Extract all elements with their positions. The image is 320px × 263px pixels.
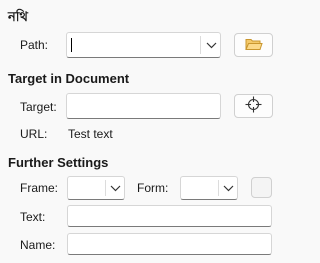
text-label: Text: <box>20 210 46 224</box>
path-combobox[interactable] <box>66 32 221 58</box>
url-value: Test text <box>68 127 113 141</box>
section-title-document: নথি <box>8 9 28 24</box>
frame-label: Frame: <box>20 181 59 195</box>
chevron-down-icon[interactable] <box>219 177 237 199</box>
crosshair-icon <box>245 96 262 116</box>
chevron-down-icon[interactable] <box>106 177 124 199</box>
target-input[interactable] <box>66 93 221 119</box>
section-title-further-settings: Further Settings <box>8 155 109 170</box>
form-combobox[interactable] <box>180 176 238 200</box>
target-navigator-button[interactable] <box>234 94 273 118</box>
section-title-target: Target in Document <box>8 71 130 86</box>
name-input[interactable] <box>67 233 272 255</box>
text-input[interactable] <box>67 205 272 227</box>
chevron-down-icon[interactable] <box>202 33 220 57</box>
url-label: URL: <box>20 127 48 141</box>
events-button[interactable] <box>251 177 272 198</box>
frame-combobox[interactable] <box>67 176 125 200</box>
form-label: Form: <box>137 181 169 195</box>
target-label: Target: <box>20 100 57 114</box>
path-label: Path: <box>20 38 49 52</box>
folder-open-icon <box>244 37 263 54</box>
open-file-button[interactable] <box>234 33 273 57</box>
name-label: Name: <box>20 238 56 252</box>
combobox-separator <box>200 36 201 54</box>
text-cursor <box>71 38 72 52</box>
